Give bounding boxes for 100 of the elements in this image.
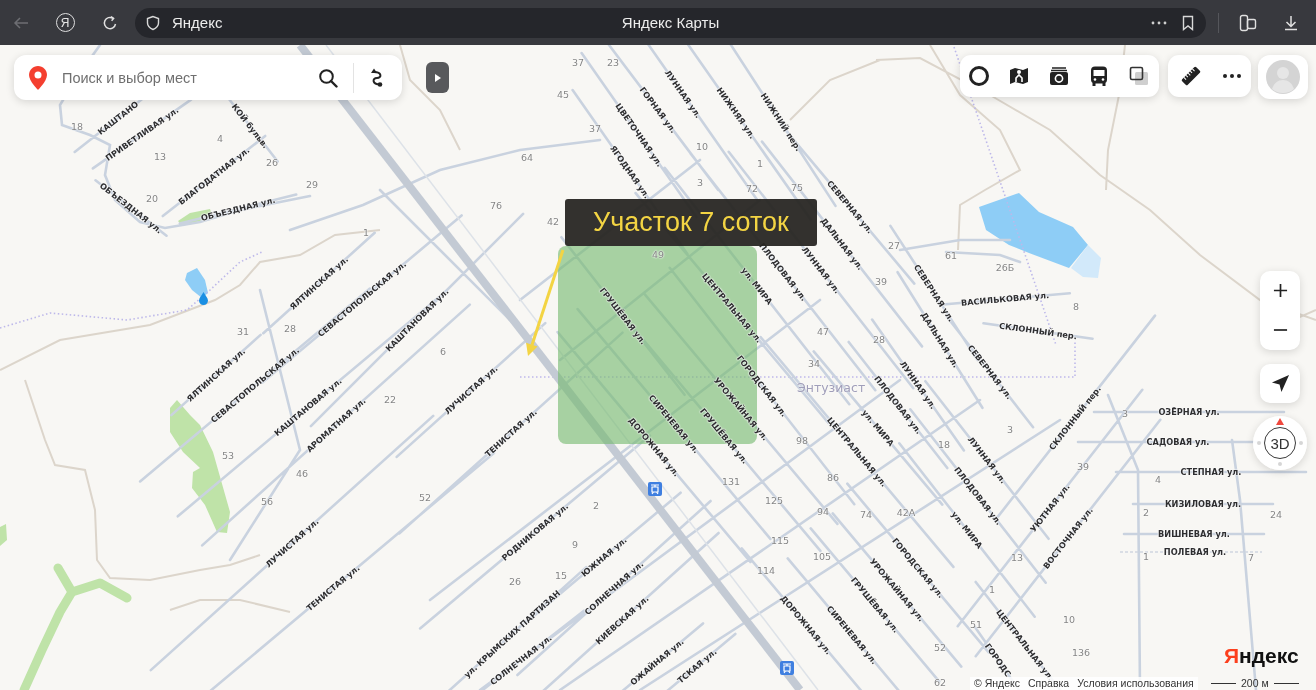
- house-number: 28: [283, 324, 297, 334]
- house-number: 76: [489, 201, 503, 211]
- house-number: 31: [236, 327, 250, 337]
- street-label: КИЗИЛОВАЯ ул.: [1164, 499, 1242, 509]
- house-number: 3: [1007, 425, 1013, 435]
- house-number: 8: [1073, 302, 1079, 312]
- street-label: ПОЛЕВАЯ ул.: [1163, 547, 1227, 557]
- water-drop-icon: [199, 292, 208, 305]
- street-label: СКЛОННЫЙ пер.: [998, 321, 1078, 341]
- copyright-text: © Яндекс: [974, 678, 1020, 689]
- house-number: 7: [1248, 553, 1254, 563]
- house-number: 29: [305, 180, 319, 190]
- house-number: 2: [1143, 508, 1149, 518]
- house-number: 13: [1010, 553, 1024, 563]
- house-number: 26: [265, 158, 279, 168]
- house-number: 1: [757, 159, 763, 169]
- camera-icon[interactable]: [1048, 65, 1070, 87]
- house-number: 46: [295, 469, 309, 479]
- house-number: 115: [770, 536, 790, 546]
- house-number: 6: [440, 347, 446, 357]
- house-number: 75: [790, 183, 804, 193]
- house-number: 1: [363, 228, 369, 238]
- page-title: Яндекс Карты: [621, 14, 720, 31]
- ring-icon[interactable]: [968, 65, 990, 87]
- house-number: 3: [1122, 409, 1128, 419]
- house-number: 42: [546, 217, 560, 227]
- tabs-icon[interactable]: [1238, 13, 1257, 32]
- house-number: 94: [816, 507, 830, 517]
- house-number: 9: [572, 540, 578, 550]
- my-location-button[interactable]: [1260, 364, 1300, 403]
- street-label: ВИШНЕВАЯ ул.: [1158, 529, 1230, 539]
- reload-icon[interactable]: [102, 14, 118, 31]
- more-icon[interactable]: [1151, 20, 1167, 25]
- house-number: 37: [571, 58, 585, 68]
- house-number: 23: [606, 58, 620, 68]
- location-pin-icon: [29, 65, 47, 90]
- house-number: 125: [764, 496, 784, 506]
- house-number: 52: [418, 493, 432, 503]
- lake: [185, 268, 208, 298]
- download-icon[interactable]: [1283, 14, 1299, 31]
- address-text[interactable]: Яндекс: [172, 14, 223, 31]
- house-number: 15: [554, 571, 568, 581]
- house-number: 1: [989, 585, 995, 595]
- avatar-icon: [1266, 60, 1300, 94]
- house-number: 39: [1076, 462, 1090, 472]
- house-number: 105: [812, 552, 832, 562]
- house-number: 39: [874, 277, 888, 287]
- house-number: 74: [859, 510, 873, 520]
- street-label: ВАСИЛЬКОВАЯ ул.: [960, 291, 1050, 307]
- north-marker-icon: [1276, 418, 1284, 425]
- plot-callout: Участок 7 соток: [565, 199, 817, 246]
- house-number: 4: [1155, 475, 1161, 485]
- yandex-logo: Яндекс: [1224, 645, 1299, 666]
- house-number: 2: [593, 501, 599, 511]
- park-area: [0, 524, 7, 546]
- transit-stop-icon[interactable]: [648, 482, 662, 496]
- house-number: 52: [933, 643, 947, 653]
- bookmark-icon[interactable]: [1180, 14, 1196, 31]
- navigation-arrow-icon: [1270, 374, 1290, 393]
- house-number: 72: [745, 184, 759, 194]
- house-number: 53: [221, 451, 235, 461]
- street-label: САДОВАЯ ул.: [1146, 437, 1210, 447]
- house-number: 56: [260, 497, 274, 507]
- layers-icon[interactable]: [1128, 65, 1150, 87]
- search-field[interactable]: Поиск и выбор мест: [14, 55, 402, 100]
- house-number: 22: [383, 395, 397, 405]
- house-number: 27: [887, 241, 901, 251]
- search-input[interactable]: Поиск и выбор мест: [62, 65, 312, 90]
- house-number: 18: [70, 122, 84, 132]
- plus-icon: [1272, 283, 1288, 299]
- triangle-right-icon: [434, 73, 441, 82]
- street-label: СТЕПНАЯ ул.: [1180, 467, 1242, 477]
- expand-panel-button[interactable]: [426, 62, 449, 93]
- house-number: 45: [556, 90, 570, 100]
- house-number: 47: [816, 327, 830, 337]
- house-number: 98: [795, 436, 809, 446]
- house-number: 28: [872, 335, 886, 345]
- scale-label: 200 м: [1241, 678, 1269, 689]
- footer-link[interactable]: Условия использования: [1077, 678, 1194, 689]
- house-number: 10: [1062, 615, 1076, 625]
- transit-stop-icon[interactable]: [780, 661, 794, 675]
- compass-3d-button[interactable]: 3D: [1253, 416, 1307, 470]
- shield-icon[interactable]: [145, 14, 161, 31]
- house-number: 34: [807, 359, 821, 369]
- street-label: ОЗЁРНАЯ ул.: [1158, 407, 1220, 417]
- house-number: 37: [588, 124, 602, 134]
- house-number: 10: [695, 142, 709, 152]
- place-label: Энтузиаст: [797, 382, 866, 395]
- house-number: 26Б: [995, 263, 1015, 273]
- house-number: 136: [1071, 648, 1091, 658]
- house-number: 1: [1143, 552, 1149, 562]
- house-number: 42А: [896, 508, 916, 518]
- house-number: 61: [944, 251, 958, 261]
- house-number: 64: [520, 153, 534, 163]
- bus-icon[interactable]: [1088, 65, 1110, 87]
- search-icon[interactable]: [318, 67, 338, 88]
- map-person-icon[interactable]: [1008, 65, 1030, 87]
- minus-icon: [1272, 329, 1288, 332]
- house-number: 3: [697, 178, 703, 188]
- house-number: 26: [508, 577, 522, 587]
